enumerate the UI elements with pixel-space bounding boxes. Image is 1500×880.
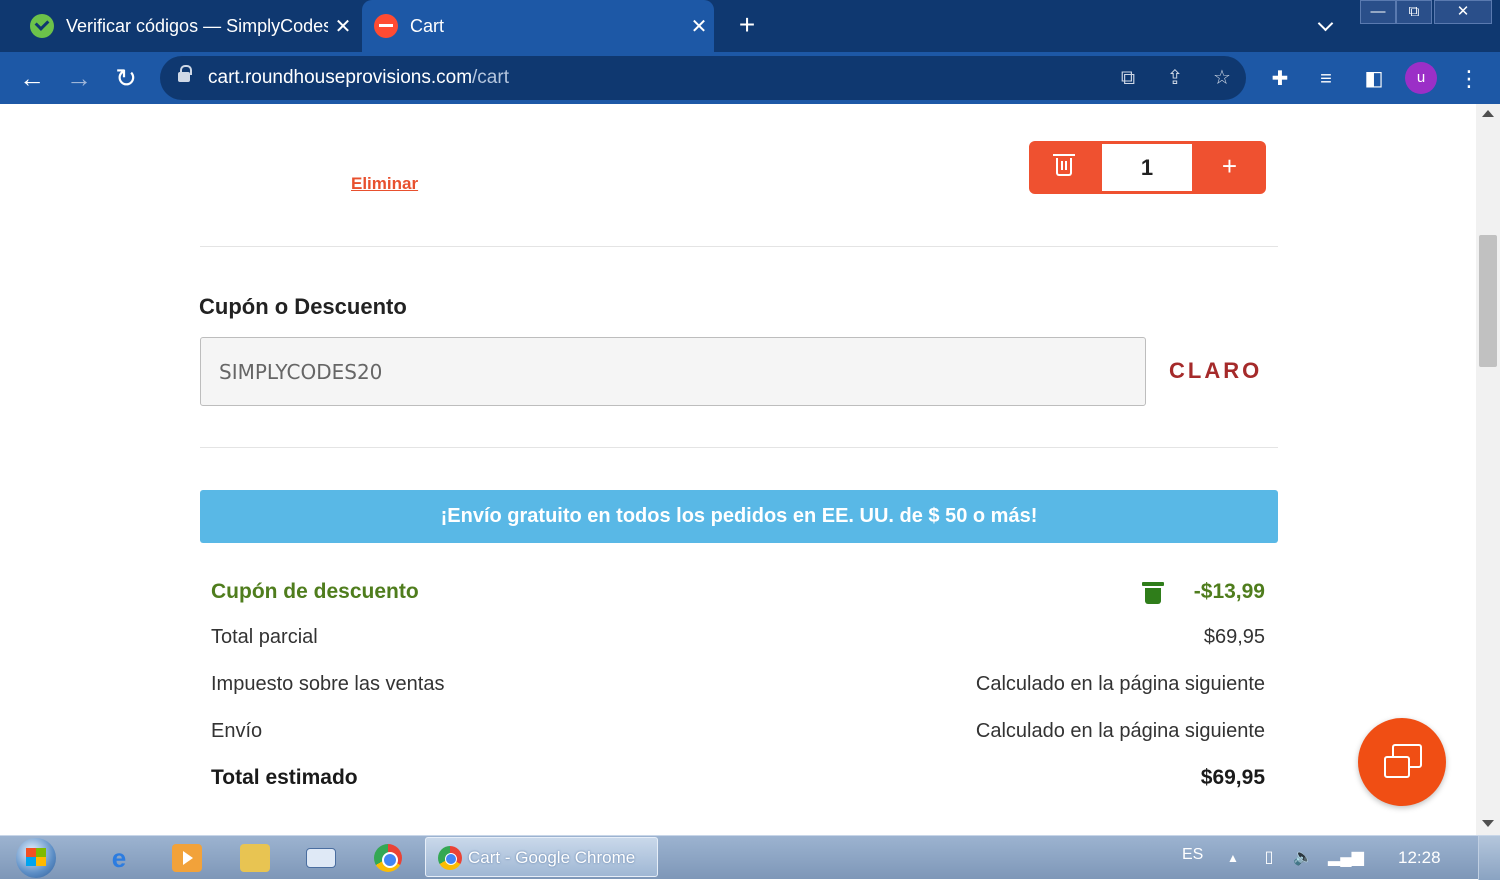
- trash-icon: [1053, 154, 1075, 176]
- divider: [200, 447, 1278, 448]
- coupon-section-title: Cupón o Descuento: [199, 294, 407, 319]
- scroll-up-arrow-icon[interactable]: [1482, 110, 1494, 117]
- tax-value: Calculado en la página siguiente: [975, 673, 1265, 695]
- help-chat-button[interactable]: [1358, 718, 1446, 806]
- coupon-discount-label: Cupón de descuento: [211, 580, 419, 603]
- summary-row-total: Total estimado $69,95: [211, 766, 1265, 796]
- tab-close-icon[interactable]: ✕: [328, 14, 358, 39]
- summary-row-coupon: Cupón de descuento -$13,99: [211, 580, 1265, 610]
- coupon-code-input[interactable]: [200, 337, 1146, 406]
- tab-title: Cart: [410, 15, 445, 36]
- network-signal-icon[interactable]: ▂▄▆: [1328, 848, 1364, 868]
- tax-label: Impuesto sobre las ventas: [211, 673, 445, 695]
- chat-bubble-icon: [1384, 744, 1422, 778]
- battery-icon[interactable]: ▯: [1258, 848, 1280, 868]
- new-tab-button[interactable]: +: [732, 10, 762, 40]
- subtotal-value: $69,95: [1203, 626, 1265, 648]
- media-controls-icon[interactable]: ≡: [1313, 66, 1339, 92]
- shipping-label: Envío: [211, 720, 263, 742]
- browser-tab-strip: Verificar códigos — SimplyCodes ✕ Cart ✕…: [0, 0, 1500, 52]
- quantity-stepper: 1 +: [1029, 141, 1266, 194]
- taskbar-clock[interactable]: 12:28: [1398, 848, 1441, 868]
- volume-icon[interactable]: 🔈: [1292, 848, 1314, 868]
- chrome-icon: [438, 846, 462, 870]
- url-text[interactable]: cart.roundhouseprovisions.com/cart: [208, 67, 509, 89]
- clear-coupon-button[interactable]: CLARO: [1169, 358, 1262, 384]
- window-maximize-button[interactable]: ⧉: [1396, 0, 1432, 24]
- summary-row-shipping: Envío Calculado en la página siguiente: [211, 720, 1265, 750]
- tab-cart[interactable]: Cart ✕: [362, 0, 714, 52]
- side-panel-icon[interactable]: ◧: [1361, 66, 1387, 92]
- browser-toolbar: ← → ↻ cart.roundhouseprovisions.com/cart…: [0, 52, 1500, 104]
- taskbar-window-title: Cart - Google Chrome: [468, 848, 636, 867]
- free-shipping-banner: ¡Envío gratuito en todos los pedidos en …: [200, 490, 1278, 543]
- increase-quantity-button[interactable]: +: [1193, 141, 1266, 194]
- roundhouse-icon: [374, 14, 398, 38]
- remove-item-link[interactable]: Eliminar: [351, 174, 418, 194]
- back-arrow-icon[interactable]: ←: [16, 62, 48, 94]
- profile-avatar[interactable]: u: [1405, 62, 1437, 94]
- total-value: $69,95: [1200, 766, 1265, 789]
- show-desktop-button[interactable]: [1478, 836, 1500, 880]
- window-close-button[interactable]: ✕: [1434, 0, 1492, 24]
- page-scrollbar[interactable]: [1476, 104, 1500, 835]
- subtotal-label: Total parcial: [211, 626, 318, 648]
- address-bar[interactable]: cart.roundhouseprovisions.com/cart ⧉ ⇪ ☆: [160, 56, 1246, 100]
- lock-icon[interactable]: [178, 65, 192, 84]
- summary-row-tax: Impuesto sobre las ventas Calculado en l…: [211, 673, 1265, 703]
- tab-close-icon[interactable]: ✕: [684, 14, 714, 39]
- windows-taskbar: e Cart - Google Chrome ES ▲ ▯ 🔈 ▂▄▆ 12:2…: [0, 835, 1500, 880]
- cart-page: Eliminar 1 + Cupón o Descuento CLARO ¡En…: [0, 104, 1476, 835]
- translate-icon[interactable]: ⧉: [1116, 67, 1140, 89]
- on-screen-keyboard-icon[interactable]: [306, 848, 336, 868]
- tab-simplycodes[interactable]: Verificar códigos — SimplyCodes ✕: [18, 0, 358, 52]
- start-button[interactable]: [10, 836, 62, 880]
- windows-flag-icon: [26, 848, 46, 866]
- reload-icon[interactable]: ↻: [110, 62, 142, 94]
- tab-title: Verificar códigos — SimplyCodes: [66, 15, 328, 36]
- forward-arrow-icon[interactable]: →: [63, 62, 95, 94]
- quantity-value[interactable]: 1: [1102, 144, 1192, 191]
- tab-search-chevron-icon[interactable]: [1312, 12, 1340, 40]
- divider: [200, 246, 1278, 247]
- file-explorer-icon[interactable]: [240, 844, 270, 872]
- chrome-icon[interactable]: [374, 844, 402, 872]
- internet-explorer-icon[interactable]: e: [104, 844, 134, 872]
- language-indicator[interactable]: ES: [1182, 846, 1203, 864]
- taskbar-active-window[interactable]: Cart - Google Chrome: [425, 837, 658, 877]
- scroll-down-arrow-icon[interactable]: [1482, 820, 1494, 827]
- show-hidden-icons-arrow-icon[interactable]: ▲: [1222, 848, 1244, 868]
- coupon-discount-value: -$13,99: [1193, 580, 1265, 603]
- shipping-value: Calculado en la página siguiente: [975, 720, 1265, 742]
- total-label: Total estimado: [211, 766, 358, 789]
- window-minimize-button[interactable]: —: [1360, 0, 1396, 24]
- bookmark-star-icon[interactable]: ☆: [1210, 67, 1234, 89]
- media-player-icon[interactable]: [172, 844, 202, 872]
- remove-coupon-trash-icon[interactable]: [1142, 582, 1164, 604]
- simplycodes-check-icon: [30, 14, 54, 38]
- kebab-menu-icon[interactable]: ⋮: [1456, 66, 1482, 92]
- share-icon[interactable]: ⇪: [1163, 67, 1187, 89]
- scrollbar-thumb[interactable]: [1479, 235, 1497, 367]
- extensions-puzzle-icon[interactable]: ✚: [1267, 66, 1293, 92]
- summary-row-subtotal: Total parcial $69,95: [211, 626, 1265, 656]
- delete-item-button[interactable]: [1029, 141, 1101, 194]
